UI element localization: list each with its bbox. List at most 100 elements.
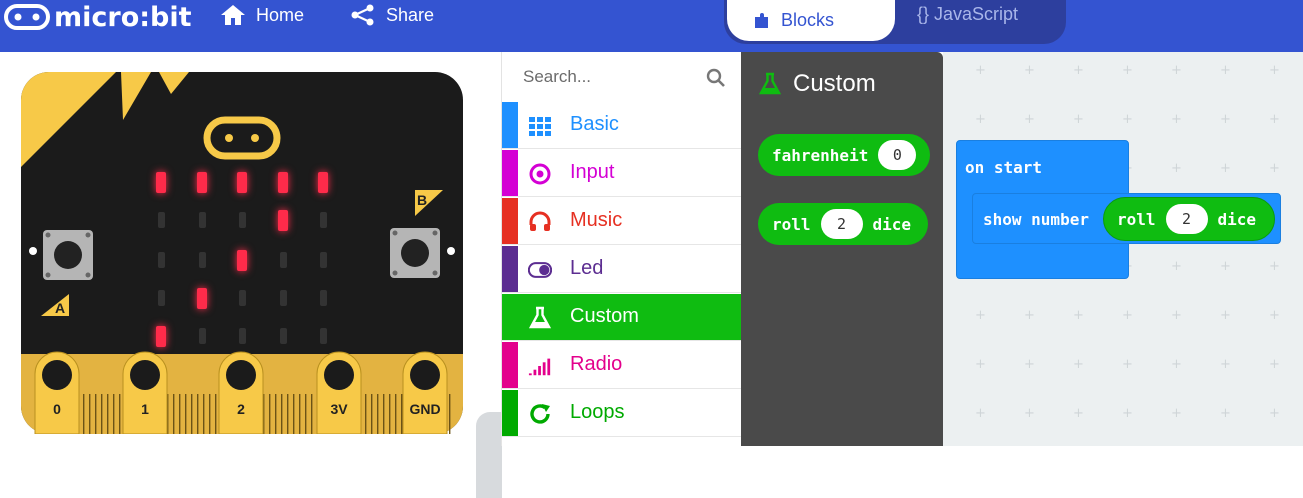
workspace-roll-label: roll [1117,209,1156,229]
workspace-dice-label: dice [1217,209,1257,229]
led-on [278,172,288,193]
home-button[interactable]: Home [220,4,304,26]
javascript-label: {} JavaScript [917,4,1019,24]
grid-marker: + [1269,161,1280,176]
search-icon[interactable] [706,68,726,88]
grid-marker: + [1269,259,1280,274]
blocks-tab[interactable]: Blocks [727,0,895,41]
grid-marker: + [1073,308,1084,323]
roll-input[interactable]: 2 [820,209,863,239]
grid-marker: + [1122,357,1133,372]
led-off [239,290,246,306]
led-off [320,252,327,268]
toolbox-category-loops[interactable]: Loops [502,390,742,437]
button-b-label: B [417,192,427,208]
led-on [197,288,207,309]
pin-label: 3V [330,401,348,417]
loop-icon [528,402,552,426]
grid-marker: + [1220,357,1231,372]
flask-icon [759,72,781,95]
grid-marker: + [1220,112,1231,127]
grid-marker: + [1269,112,1280,127]
headphones-icon [528,210,552,234]
share-button[interactable]: Share [350,4,434,26]
toolbox-category-input[interactable]: Input [502,150,742,197]
toolbox-category-custom[interactable]: Custom [502,294,742,341]
led-off [320,290,327,306]
led-off [320,212,327,228]
led-on [278,210,288,231]
grid-marker: + [975,406,986,421]
category-label: Music [570,209,623,231]
led-on [237,250,247,271]
grid-marker: + [1220,308,1231,323]
grid-marker: + [975,357,986,372]
grid-marker: + [1122,112,1133,127]
microbit-logo-icon [4,4,50,30]
javascript-tab[interactable]: {} JavaScript [917,4,1018,25]
grid-marker: + [1269,308,1280,323]
search-box[interactable]: Search... [502,52,742,102]
led-on [237,172,247,193]
category-label: Loops [570,401,625,423]
led-off [158,212,165,228]
custom-flyout: Custom fahrenheit 0 roll 2 dice [741,52,943,446]
led-on [156,172,166,193]
led-off [280,252,287,268]
home-icon [221,5,245,25]
on-start-label: on start [965,158,1043,177]
fahrenheit-label: fahrenheit [772,145,869,165]
flyout-title-text: Custom [793,70,876,97]
grid-marker: + [1171,308,1182,323]
grid-marker: + [1269,63,1280,78]
grid-marker: + [1024,63,1035,78]
grid-marker: + [1122,308,1133,323]
category-color-bar [502,198,518,244]
search-input[interactable]: Search... [523,67,591,87]
grid-marker: + [1171,406,1182,421]
grid-marker: + [975,112,986,127]
show-number-label: show number [983,210,1089,229]
grid-marker: + [1024,357,1035,372]
toolbox-category-basic[interactable]: Basic [502,102,742,149]
toolbox-category-led[interactable]: Led [502,246,742,293]
toolbox-category-music[interactable]: Music [502,198,742,245]
simulator-resize-handle[interactable] [476,412,502,498]
grid-marker: + [975,308,986,323]
grid-marker: + [1269,357,1280,372]
grid-marker: + [1024,406,1035,421]
dice-label: dice [872,214,912,234]
grid-marker: + [1220,406,1231,421]
toggle-icon [528,258,552,282]
led-on [197,172,207,193]
flask-icon [528,306,552,330]
workspace-roll-input[interactable]: 2 [1165,204,1208,234]
grid-marker: + [1073,357,1084,372]
puzzle-icon [755,12,768,28]
fahrenheit-block[interactable]: fahrenheit 0 [758,134,930,176]
grid-marker: + [1024,112,1035,127]
microbit-logo[interactable]: micro:bit [4,2,192,33]
grid-marker: + [1220,161,1231,176]
roll-dice-block[interactable]: roll 2 dice [758,203,928,245]
grid-marker: + [1220,259,1231,274]
category-color-bar [502,390,518,436]
category-label: Custom [570,305,639,327]
simulator-panel: A B 0 1 2 3V GND [0,52,502,498]
blocks-label: Blocks [781,10,835,30]
home-label: Home [256,4,305,25]
led-off [239,212,246,228]
workspace-roll-dice-block[interactable]: roll 2 dice [1103,197,1275,241]
microbit-board[interactable]: A B 0 1 2 3V GND [21,72,463,434]
fahrenheit-input[interactable]: 0 [878,140,917,170]
pin-label: 2 [237,401,245,417]
pin-label: 0 [53,401,61,417]
grid-marker: + [1220,63,1231,78]
toolbox-category-radio[interactable]: Radio [502,342,742,389]
led-off [199,328,206,344]
pin-label: 1 [141,401,149,417]
toolbox: Search... Basic Input Music Led Custom Radio L… [501,52,742,446]
grid-marker: + [1171,112,1182,127]
pin-label: GND [409,401,440,417]
grid-marker: + [1122,406,1133,421]
